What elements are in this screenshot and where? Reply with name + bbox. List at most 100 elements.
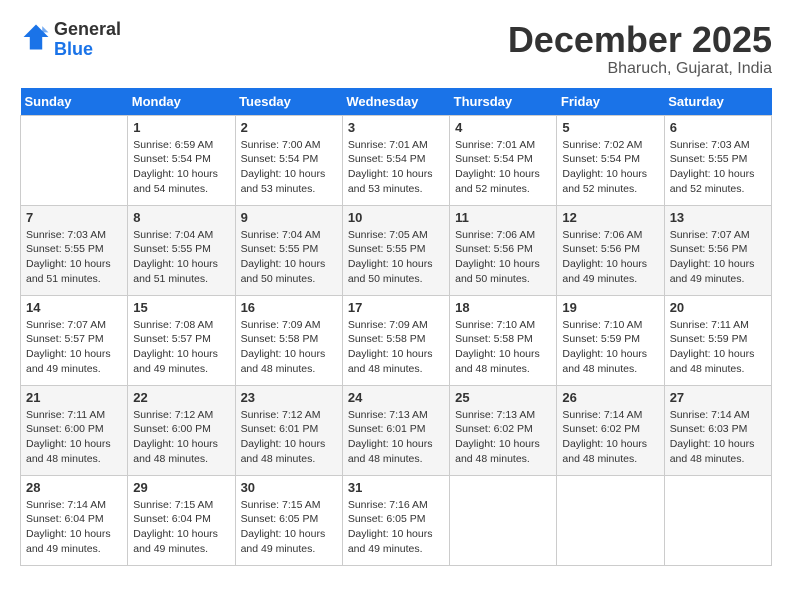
day-info: Sunrise: 7:14 AMSunset: 6:02 PMDaylight:… <box>562 408 658 467</box>
month-title: December 2025 <box>508 20 772 60</box>
day-info: Sunrise: 7:13 AMSunset: 6:01 PMDaylight:… <box>348 408 444 467</box>
day-info: Sunrise: 7:15 AMSunset: 6:04 PMDaylight:… <box>133 498 229 557</box>
calendar-cell: 21 Sunrise: 7:11 AMSunset: 6:00 PMDayligh… <box>21 385 128 475</box>
calendar-cell: 8 Sunrise: 7:04 AMSunset: 5:55 PMDaylight… <box>128 205 235 295</box>
logo-icon <box>22 23 50 51</box>
day-number: 19 <box>562 300 658 315</box>
day-number: 22 <box>133 390 229 405</box>
day-info: Sunrise: 7:03 AMSunset: 5:55 PMDaylight:… <box>26 228 122 287</box>
day-number: 5 <box>562 120 658 135</box>
weekday-header-saturday: Saturday <box>664 88 771 116</box>
day-number: 15 <box>133 300 229 315</box>
calendar-cell <box>557 475 664 565</box>
day-info: Sunrise: 7:06 AMSunset: 5:56 PMDaylight:… <box>455 228 551 287</box>
day-number: 28 <box>26 480 122 495</box>
day-info: Sunrise: 7:01 AMSunset: 5:54 PMDaylight:… <box>348 138 444 197</box>
calendar-cell: 23Sunrise: 7:12 AMSunset: 6:01 PMDayligh… <box>235 385 342 475</box>
calendar-cell: 4Sunrise: 7:01 AMSunset: 5:54 PMDaylight… <box>450 115 557 205</box>
calendar-cell: 14 Sunrise: 7:07 AMSunset: 5:57 PMDayligh… <box>21 295 128 385</box>
weekday-header-friday: Friday <box>557 88 664 116</box>
weekday-header-monday: Monday <box>128 88 235 116</box>
day-info: Sunrise: 7:12 AMSunset: 6:01 PMDaylight:… <box>241 408 337 467</box>
day-info: Sunrise: 7:03 AMSunset: 5:55 PMDaylight:… <box>670 138 766 197</box>
day-info: Sunrise: 7:11 AMSunset: 6:00 PMDaylight:… <box>26 408 122 467</box>
week-row-5: 28Sunrise: 7:14 AMSunset: 6:04 PMDayligh… <box>21 475 772 565</box>
day-info: Sunrise: 7:00 AMSunset: 5:54 PMDaylight:… <box>241 138 337 197</box>
logo: General Blue <box>20 20 121 60</box>
calendar-table: SundayMondayTuesdayWednesdayThursdayFrid… <box>20 88 772 566</box>
day-number: 21 <box>26 390 122 405</box>
day-info: Sunrise: 7:06 AMSunset: 5:56 PMDaylight:… <box>562 228 658 287</box>
day-info: Sunrise: 7:09 AMSunset: 5:58 PMDaylight:… <box>348 318 444 377</box>
day-number: 31 <box>348 480 444 495</box>
page-header: General Blue December 2025 Bharuch, Guja… <box>20 20 772 78</box>
calendar-cell: 27 Sunrise: 7:14 AMSunset: 6:03 PMDayligh… <box>664 385 771 475</box>
week-row-3: 14 Sunrise: 7:07 AMSunset: 5:57 PMDayligh… <box>21 295 772 385</box>
day-info: Sunrise: 7:15 AMSunset: 6:05 PMDaylight:… <box>241 498 337 557</box>
day-info: Sunrise: 7:04 AMSunset: 5:55 PMDaylight:… <box>241 228 337 287</box>
calendar-cell: 11 Sunrise: 7:06 AMSunset: 5:56 PMDayligh… <box>450 205 557 295</box>
day-number: 18 <box>455 300 551 315</box>
calendar-cell: 3 Sunrise: 7:01 AMSunset: 5:54 PMDaylight… <box>342 115 449 205</box>
day-number: 8 <box>133 210 229 225</box>
week-row-1: 1 Sunrise: 6:59 AMSunset: 5:54 PMDaylight… <box>21 115 772 205</box>
calendar-cell: 28Sunrise: 7:14 AMSunset: 6:04 PMDayligh… <box>21 475 128 565</box>
day-number: 27 <box>670 390 766 405</box>
day-number: 29 <box>133 480 229 495</box>
day-info: Sunrise: 7:02 AMSunset: 5:54 PMDaylight:… <box>562 138 658 197</box>
calendar-cell: 29 Sunrise: 7:15 AMSunset: 6:04 PMDayligh… <box>128 475 235 565</box>
day-number: 6 <box>670 120 766 135</box>
calendar-cell: 17 Sunrise: 7:09 AMSunset: 5:58 PMDayligh… <box>342 295 449 385</box>
week-row-2: 7 Sunrise: 7:03 AMSunset: 5:55 PMDaylight… <box>21 205 772 295</box>
calendar-cell: 31 Sunrise: 7:16 AMSunset: 6:05 PMDayligh… <box>342 475 449 565</box>
logo-general-text: General <box>54 19 121 39</box>
day-info: Sunrise: 7:05 AMSunset: 5:55 PMDaylight:… <box>348 228 444 287</box>
day-number: 9 <box>241 210 337 225</box>
day-info: Sunrise: 7:07 AMSunset: 5:56 PMDaylight:… <box>670 228 766 287</box>
day-info: Sunrise: 7:12 AMSunset: 6:00 PMDaylight:… <box>133 408 229 467</box>
day-info: Sunrise: 7:14 AMSunset: 6:03 PMDaylight:… <box>670 408 766 467</box>
calendar-cell: 9 Sunrise: 7:04 AMSunset: 5:55 PMDaylight… <box>235 205 342 295</box>
calendar-cell: 20Sunrise: 7:11 AMSunset: 5:59 PMDayligh… <box>664 295 771 385</box>
day-number: 1 <box>133 120 229 135</box>
calendar-cell: 30 Sunrise: 7:15 AMSunset: 6:05 PMDayligh… <box>235 475 342 565</box>
day-info: Sunrise: 7:07 AMSunset: 5:57 PMDaylight:… <box>26 318 122 377</box>
title-block: December 2025 Bharuch, Gujarat, India <box>508 20 772 78</box>
day-info: Sunrise: 7:04 AMSunset: 5:55 PMDaylight:… <box>133 228 229 287</box>
day-number: 3 <box>348 120 444 135</box>
day-info: Sunrise: 7:08 AMSunset: 5:57 PMDaylight:… <box>133 318 229 377</box>
calendar-cell: 13 Sunrise: 7:07 AMSunset: 5:56 PMDayligh… <box>664 205 771 295</box>
day-number: 13 <box>670 210 766 225</box>
day-info: Sunrise: 7:10 AMSunset: 5:59 PMDaylight:… <box>562 318 658 377</box>
weekday-header-wednesday: Wednesday <box>342 88 449 116</box>
day-number: 14 <box>26 300 122 315</box>
calendar-cell: 6 Sunrise: 7:03 AMSunset: 5:55 PMDaylight… <box>664 115 771 205</box>
day-number: 26 <box>562 390 658 405</box>
calendar-cell: 7 Sunrise: 7:03 AMSunset: 5:55 PMDaylight… <box>21 205 128 295</box>
calendar-cell: 19 Sunrise: 7:10 AMSunset: 5:59 PMDayligh… <box>557 295 664 385</box>
calendar-cell: 15 Sunrise: 7:08 AMSunset: 5:57 PMDayligh… <box>128 295 235 385</box>
day-info: Sunrise: 6:59 AMSunset: 5:54 PMDaylight:… <box>133 138 229 197</box>
day-number: 16 <box>241 300 337 315</box>
calendar-cell: 16 Sunrise: 7:09 AMSunset: 5:58 PMDayligh… <box>235 295 342 385</box>
calendar-cell: 26 Sunrise: 7:14 AMSunset: 6:02 PMDayligh… <box>557 385 664 475</box>
day-info: Sunrise: 7:01 AMSunset: 5:54 PMDaylight:… <box>455 138 551 197</box>
calendar-cell: 22 Sunrise: 7:12 AMSunset: 6:00 PMDayligh… <box>128 385 235 475</box>
calendar-cell <box>664 475 771 565</box>
day-number: 7 <box>26 210 122 225</box>
day-number: 17 <box>348 300 444 315</box>
calendar-cell: 24Sunrise: 7:13 AMSunset: 6:01 PMDayligh… <box>342 385 449 475</box>
day-number: 25 <box>455 390 551 405</box>
day-number: 10 <box>348 210 444 225</box>
weekday-header-sunday: Sunday <box>21 88 128 116</box>
day-number: 11 <box>455 210 551 225</box>
calendar-cell: 10 Sunrise: 7:05 AMSunset: 5:55 PMDayligh… <box>342 205 449 295</box>
calendar-cell: 18Sunrise: 7:10 AMSunset: 5:58 PMDayligh… <box>450 295 557 385</box>
calendar-cell: 25 Sunrise: 7:13 AMSunset: 6:02 PMDayligh… <box>450 385 557 475</box>
day-info: Sunrise: 7:09 AMSunset: 5:58 PMDaylight:… <box>241 318 337 377</box>
day-number: 30 <box>241 480 337 495</box>
day-info: Sunrise: 7:13 AMSunset: 6:02 PMDaylight:… <box>455 408 551 467</box>
weekday-header-tuesday: Tuesday <box>235 88 342 116</box>
day-info: Sunrise: 7:16 AMSunset: 6:05 PMDaylight:… <box>348 498 444 557</box>
calendar-cell <box>21 115 128 205</box>
